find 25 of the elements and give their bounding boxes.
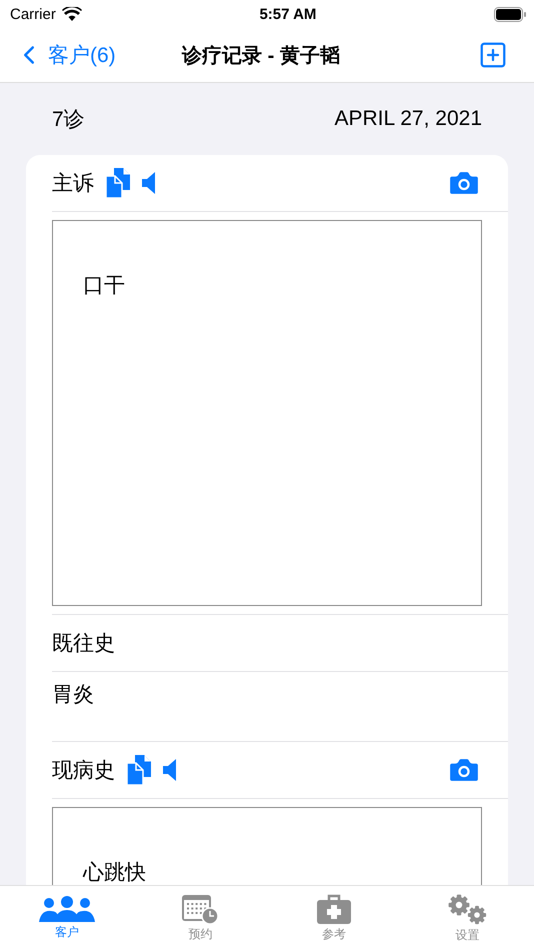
- carrier-label: Carrier: [10, 6, 56, 22]
- section-title: 主诉: [52, 171, 94, 197]
- speaker-icon[interactable]: [142, 171, 156, 195]
- battery-icon: [494, 6, 526, 22]
- visit-label: 7诊: [52, 107, 85, 133]
- documents-icon[interactable]: [106, 168, 130, 198]
- gears-icon: [446, 892, 488, 924]
- speaker-icon[interactable]: [163, 758, 177, 782]
- medical-kit-icon: [316, 894, 351, 924]
- calendar-icon: [182, 894, 218, 924]
- tab-item[interactable]: 设置: [400, 886, 534, 950]
- back-button[interactable]: 客户(6): [14, 40, 154, 70]
- section-title: 既往史: [52, 631, 115, 657]
- wifi-icon: [62, 7, 82, 21]
- text-area[interactable]: 口干: [52, 220, 482, 606]
- tab-item[interactable]: 客户: [0, 886, 134, 950]
- status-time: 5:57 AM: [259, 6, 316, 22]
- documents-icon[interactable]: [127, 755, 151, 785]
- visit-date: APRIL 27, 2021: [334, 107, 482, 131]
- section-value: 胃炎: [52, 683, 94, 706]
- tab-item[interactable]: 预约: [134, 886, 267, 950]
- people-icon: [38, 896, 95, 922]
- nav-title: 诊疗记录 - 黄子韬: [182, 44, 340, 68]
- section-title: 现病史: [52, 758, 115, 784]
- tab-item[interactable]: 参考: [267, 886, 400, 950]
